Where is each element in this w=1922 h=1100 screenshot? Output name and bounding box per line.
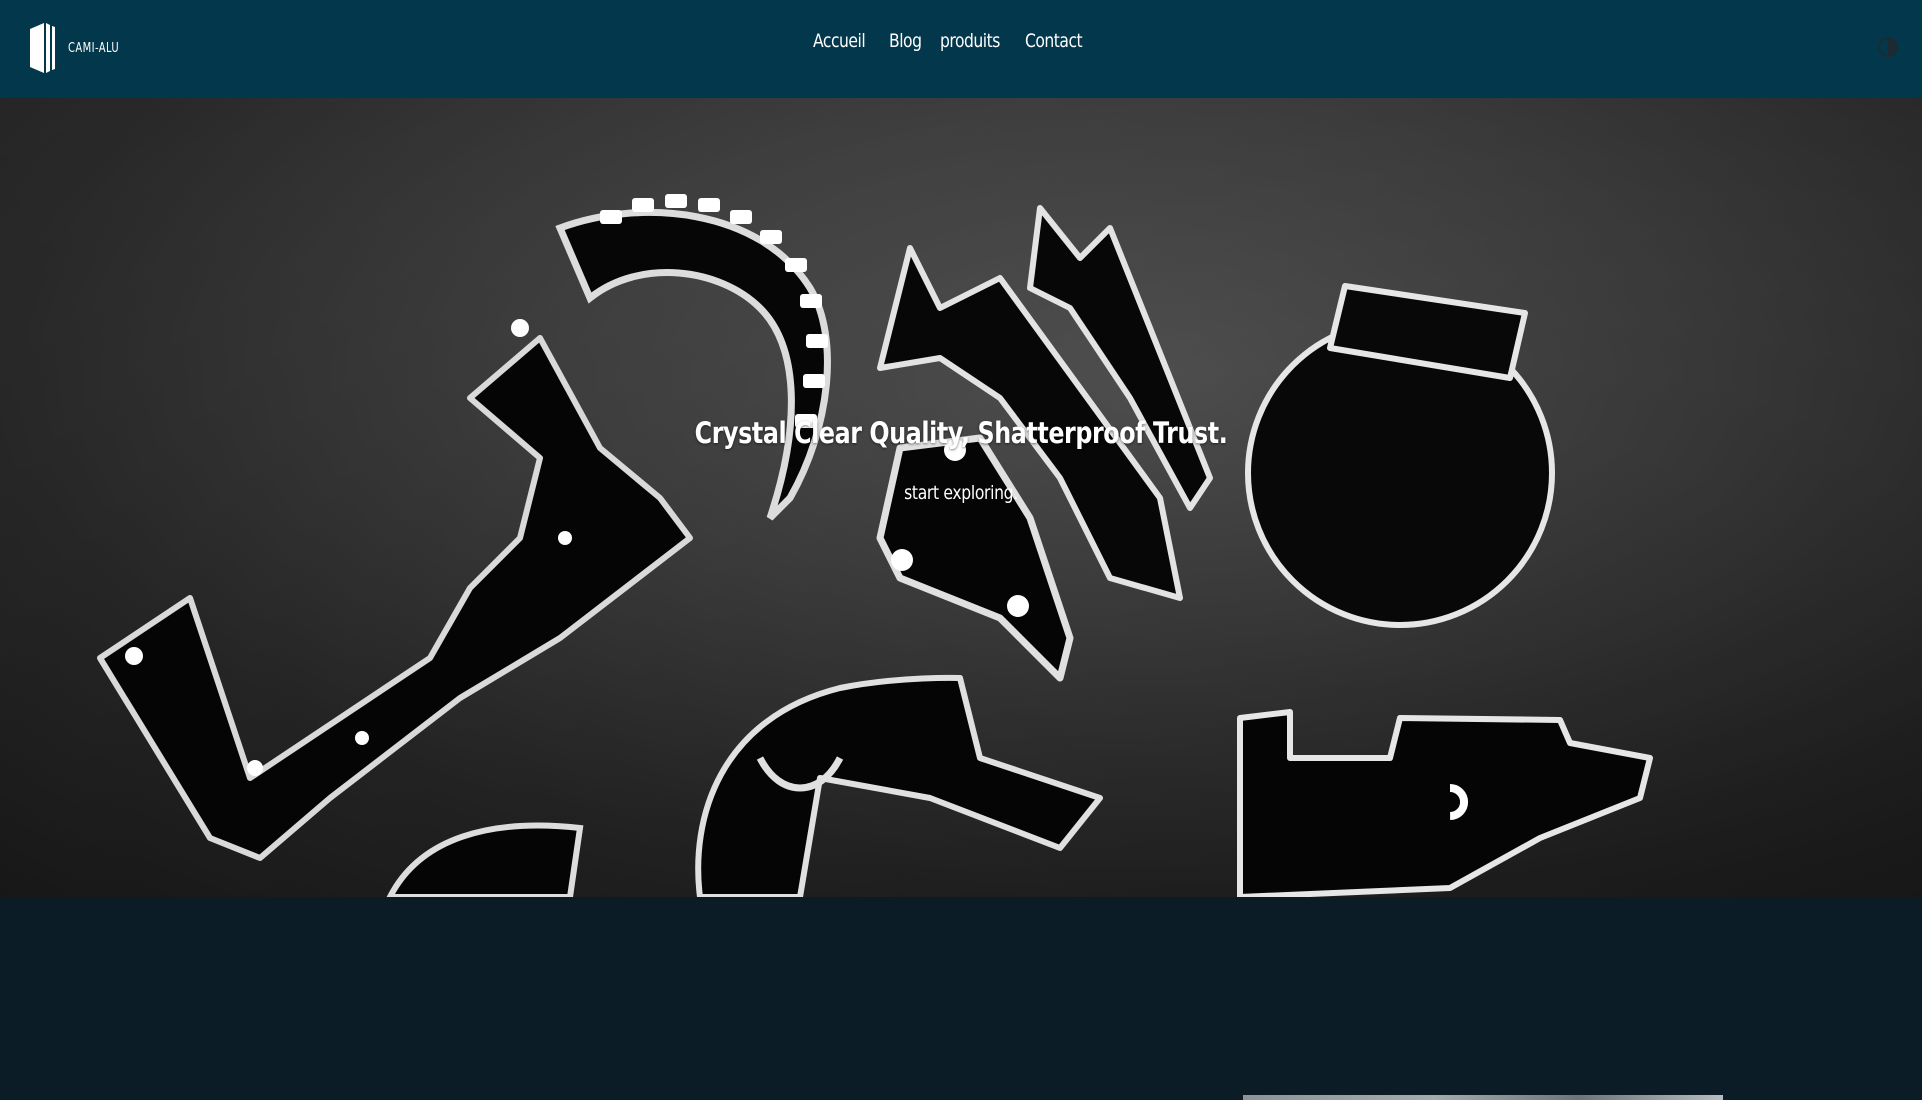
brand-logo[interactable]: CAMI-ALU — [28, 21, 128, 75]
nav-item-blog[interactable]: Blog — [889, 30, 922, 52]
main-nav: Accueil Blog produits Contact — [813, 30, 1085, 52]
theme-toggle-button[interactable] — [1878, 37, 1898, 57]
hero-subtitle-link[interactable]: start exploring. — [173, 482, 1749, 504]
logo-mark-icon — [30, 23, 55, 73]
logo-text: CAMI-ALU — [68, 40, 120, 56]
hero-title: Crystal Clear Quality, Shatterproof Trus… — [694, 416, 1228, 450]
nav-item-contact[interactable]: Contact — [1025, 30, 1083, 52]
product-card-image-edge — [1243, 1095, 1723, 1100]
hero-section: Crystal Clear Quality, Shatterproof Trus… — [0, 98, 1922, 897]
nav-item-produits[interactable]: produits — [940, 30, 1000, 52]
content-section — [0, 897, 1922, 1100]
nav-item-accueil[interactable]: Accueil — [813, 30, 866, 52]
half-circle-contrast-icon — [1878, 37, 1898, 57]
site-header: CAMI-ALU Accueil Blog produits Contact — [0, 0, 1922, 98]
